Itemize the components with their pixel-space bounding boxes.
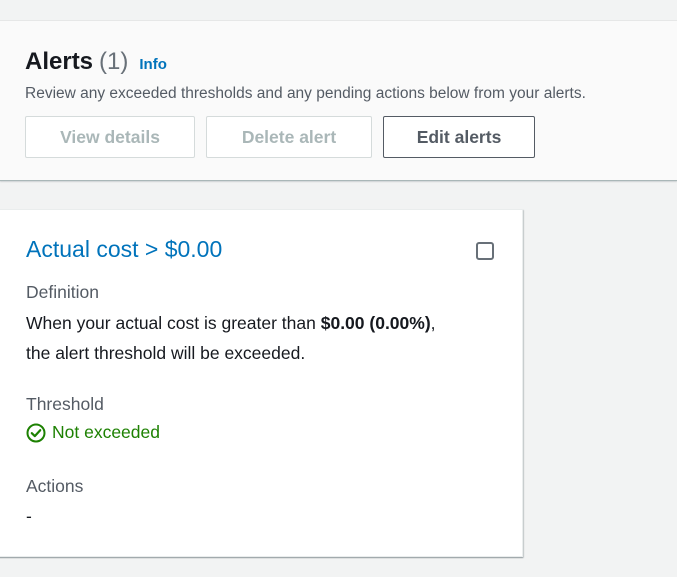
top-strip (0, 0, 677, 21)
definition-suffix: , (430, 313, 436, 333)
view-details-button[interactable]: View details (25, 116, 195, 158)
delete-alert-button[interactable]: Delete alert (206, 116, 372, 158)
threshold-label: Threshold (26, 394, 104, 414)
definition-text-line1: When your actual cost is greater than $0… (26, 308, 436, 338)
alert-select-checkbox[interactable] (476, 242, 494, 260)
alerts-description: Review any exceeded thresholds and any p… (25, 85, 586, 102)
alerts-count: (1) (99, 48, 129, 75)
alert-card-title[interactable]: Actual cost > $0.00 (26, 236, 222, 263)
threshold-status-text: Not exceeded (52, 422, 160, 442)
definition-prefix: When your actual cost is greater than (26, 313, 321, 333)
definition-text-line2: the alert threshold will be exceeded. (26, 343, 306, 363)
actions-label: Actions (26, 476, 84, 496)
alerts-header-panel: Alerts (1) Info Review any exceeded thre… (0, 21, 677, 181)
actions-value: - (26, 506, 32, 526)
alerts-title: Alerts (25, 48, 94, 75)
edit-alerts-button[interactable]: Edit alerts (383, 116, 535, 158)
alert-card: Actual cost > $0.00 Definition When your… (0, 209, 523, 557)
threshold-status: Not exceeded (26, 422, 160, 443)
definition-amount: $0.00 (0.00%) (320, 313, 431, 333)
check-circle-icon (26, 423, 46, 442)
alerts-title-row: Alerts (1) Info (25, 48, 167, 76)
info-link[interactable]: Info (139, 56, 167, 73)
definition-label: Definition (26, 282, 99, 302)
